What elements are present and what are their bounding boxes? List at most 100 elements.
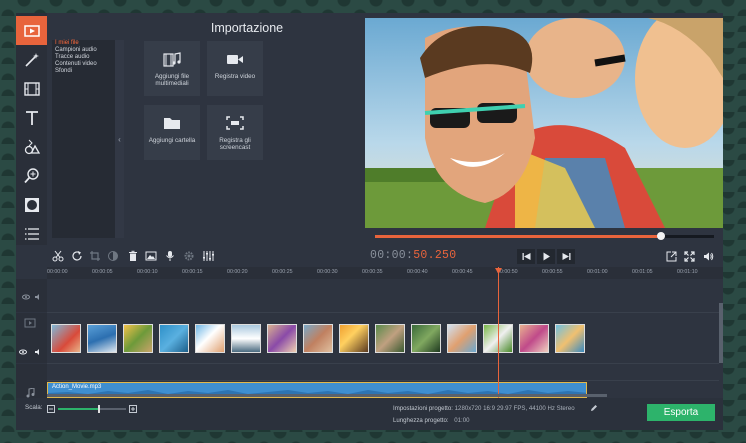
previous-button[interactable]	[517, 249, 535, 264]
fullscreen-icon	[683, 250, 695, 262]
image-icon	[145, 251, 157, 261]
tool-sidebar	[16, 13, 47, 245]
cut-button[interactable]	[51, 249, 65, 263]
equalizer-button[interactable]	[201, 249, 215, 263]
video-clip[interactable]	[339, 324, 369, 353]
external-link-icon	[666, 251, 676, 261]
record-screencast-button[interactable]: Registra gli screencast	[207, 105, 263, 160]
filmstrip-tool[interactable]	[16, 74, 47, 103]
settings-button[interactable]	[182, 249, 196, 263]
record-audio-button[interactable]	[163, 249, 177, 263]
video-clip[interactable]	[123, 324, 153, 353]
transitions-tool[interactable]	[16, 132, 47, 161]
chevron-left-icon: ‹	[118, 134, 121, 144]
audio-file-name: Action_Movie.mp3	[52, 384, 102, 390]
ruler-tick: 00:00:15	[182, 269, 203, 275]
pencil-icon[interactable]	[590, 404, 598, 412]
playback-progress-bar[interactable]	[375, 232, 714, 240]
ruler-tick: 00:00:55	[542, 269, 563, 275]
ruler-tick: 00:01:10	[677, 269, 698, 275]
video-clip[interactable]	[87, 324, 117, 353]
camera-icon	[227, 55, 243, 64]
track-divider	[47, 363, 719, 364]
timecode-display: 00:00:50.250	[370, 249, 456, 262]
category-audio-tracks[interactable]: Tracce audio	[52, 54, 115, 61]
ruler-tick: 00:00:25	[272, 269, 293, 275]
video-clip[interactable]	[195, 324, 225, 353]
clip-properties-button[interactable]	[144, 249, 158, 263]
category-backgrounds[interactable]: Sfondi	[52, 68, 115, 75]
vertical-scrollbar[interactable]	[719, 303, 723, 363]
zoom-tool[interactable]	[16, 161, 47, 190]
track-header-audio	[16, 364, 47, 398]
titles-tool[interactable]	[16, 103, 47, 132]
category-audio-samples[interactable]: Campioni audio	[52, 47, 115, 54]
crop-icon	[90, 251, 100, 261]
media-import-tool[interactable]	[16, 16, 47, 45]
add-media-files-button[interactable]: Aggiungi file multimediali	[144, 41, 200, 96]
add-folder-label: Aggiungi cartella	[148, 137, 196, 144]
track-header-titles	[16, 279, 47, 312]
project-length-value: 01:00	[454, 417, 470, 424]
contrast-icon	[108, 251, 118, 261]
crop-button[interactable]	[88, 249, 102, 263]
trash-icon	[129, 250, 137, 261]
rotate-icon	[72, 251, 82, 261]
progress-knob[interactable]	[657, 232, 666, 240]
next-button[interactable]	[557, 249, 575, 264]
color-adjust-button[interactable]	[106, 249, 120, 263]
eye-icon[interactable]	[22, 293, 42, 301]
play-icon	[543, 252, 550, 261]
category-my-files[interactable]: I miei file	[52, 40, 115, 47]
video-clip[interactable]	[159, 324, 189, 353]
video-clip[interactable]	[519, 324, 549, 353]
collapse-list-button[interactable]: ‹	[115, 40, 124, 238]
category-list: I miei file Campioni audio Tracce audio …	[52, 40, 115, 238]
preview-frame	[365, 18, 723, 228]
video-clip[interactable]	[267, 324, 297, 353]
video-clip[interactable]	[411, 324, 441, 353]
video-clip[interactable]	[447, 324, 477, 353]
scale-label: Scala:	[25, 404, 43, 411]
filters-tool[interactable]	[16, 190, 47, 219]
video-clip[interactable]	[555, 324, 585, 353]
timeline-ruler[interactable]: 00:00:00 00:00:05 00:00:10 00:00:15 00:0…	[47, 267, 723, 279]
export-button[interactable]: Esporta	[647, 404, 715, 421]
music-note-icon	[26, 388, 35, 398]
delete-button[interactable]	[126, 249, 140, 263]
add-folder-button[interactable]: Aggiungi cartella	[144, 105, 200, 160]
video-track-icon	[24, 318, 36, 328]
video-editor-window: Importazione I miei file Campioni audio …	[16, 13, 723, 430]
timeline[interactable]: 00:00:00 00:00:05 00:00:10 00:00:15 00:0…	[16, 267, 723, 398]
video-clip[interactable]	[375, 324, 405, 353]
scale-slider[interactable]	[58, 405, 126, 413]
scale-slider-knob[interactable]	[97, 405, 100, 413]
rotate-button[interactable]	[70, 249, 84, 263]
vignette-icon	[24, 197, 39, 212]
play-button[interactable]	[537, 249, 555, 264]
more-tools[interactable]	[16, 219, 47, 248]
record-video-button[interactable]: Registra video	[207, 41, 263, 96]
ruler-tick: 00:00:40	[407, 269, 428, 275]
fullscreen-button[interactable]	[682, 249, 696, 263]
scissors-icon	[52, 250, 64, 262]
add-media-files-label: Aggiungi file multimediali	[154, 73, 190, 87]
ruler-tick: 00:00:05	[92, 269, 113, 275]
category-video-content[interactable]: Contenuti video	[52, 61, 115, 68]
speaker-icon	[703, 252, 713, 260]
ruler-tick: 00:00:45	[452, 269, 473, 275]
folder-icon	[164, 118, 180, 129]
video-clip[interactable]	[231, 324, 261, 353]
video-clip[interactable]	[51, 324, 81, 353]
video-clip[interactable]	[303, 324, 333, 353]
record-screencast-label: Registra gli screencast	[219, 137, 251, 151]
open-external-button[interactable]	[664, 249, 678, 263]
zoom-out-icon[interactable]	[47, 405, 55, 413]
eye-icon[interactable]	[18, 348, 46, 356]
playhead[interactable]	[498, 267, 499, 398]
horizontal-scrollbar[interactable]	[47, 394, 607, 397]
volume-button[interactable]	[701, 249, 715, 263]
magic-wand-tool[interactable]	[16, 45, 47, 74]
progress-fill	[375, 235, 662, 238]
zoom-in-icon[interactable]	[129, 405, 137, 413]
